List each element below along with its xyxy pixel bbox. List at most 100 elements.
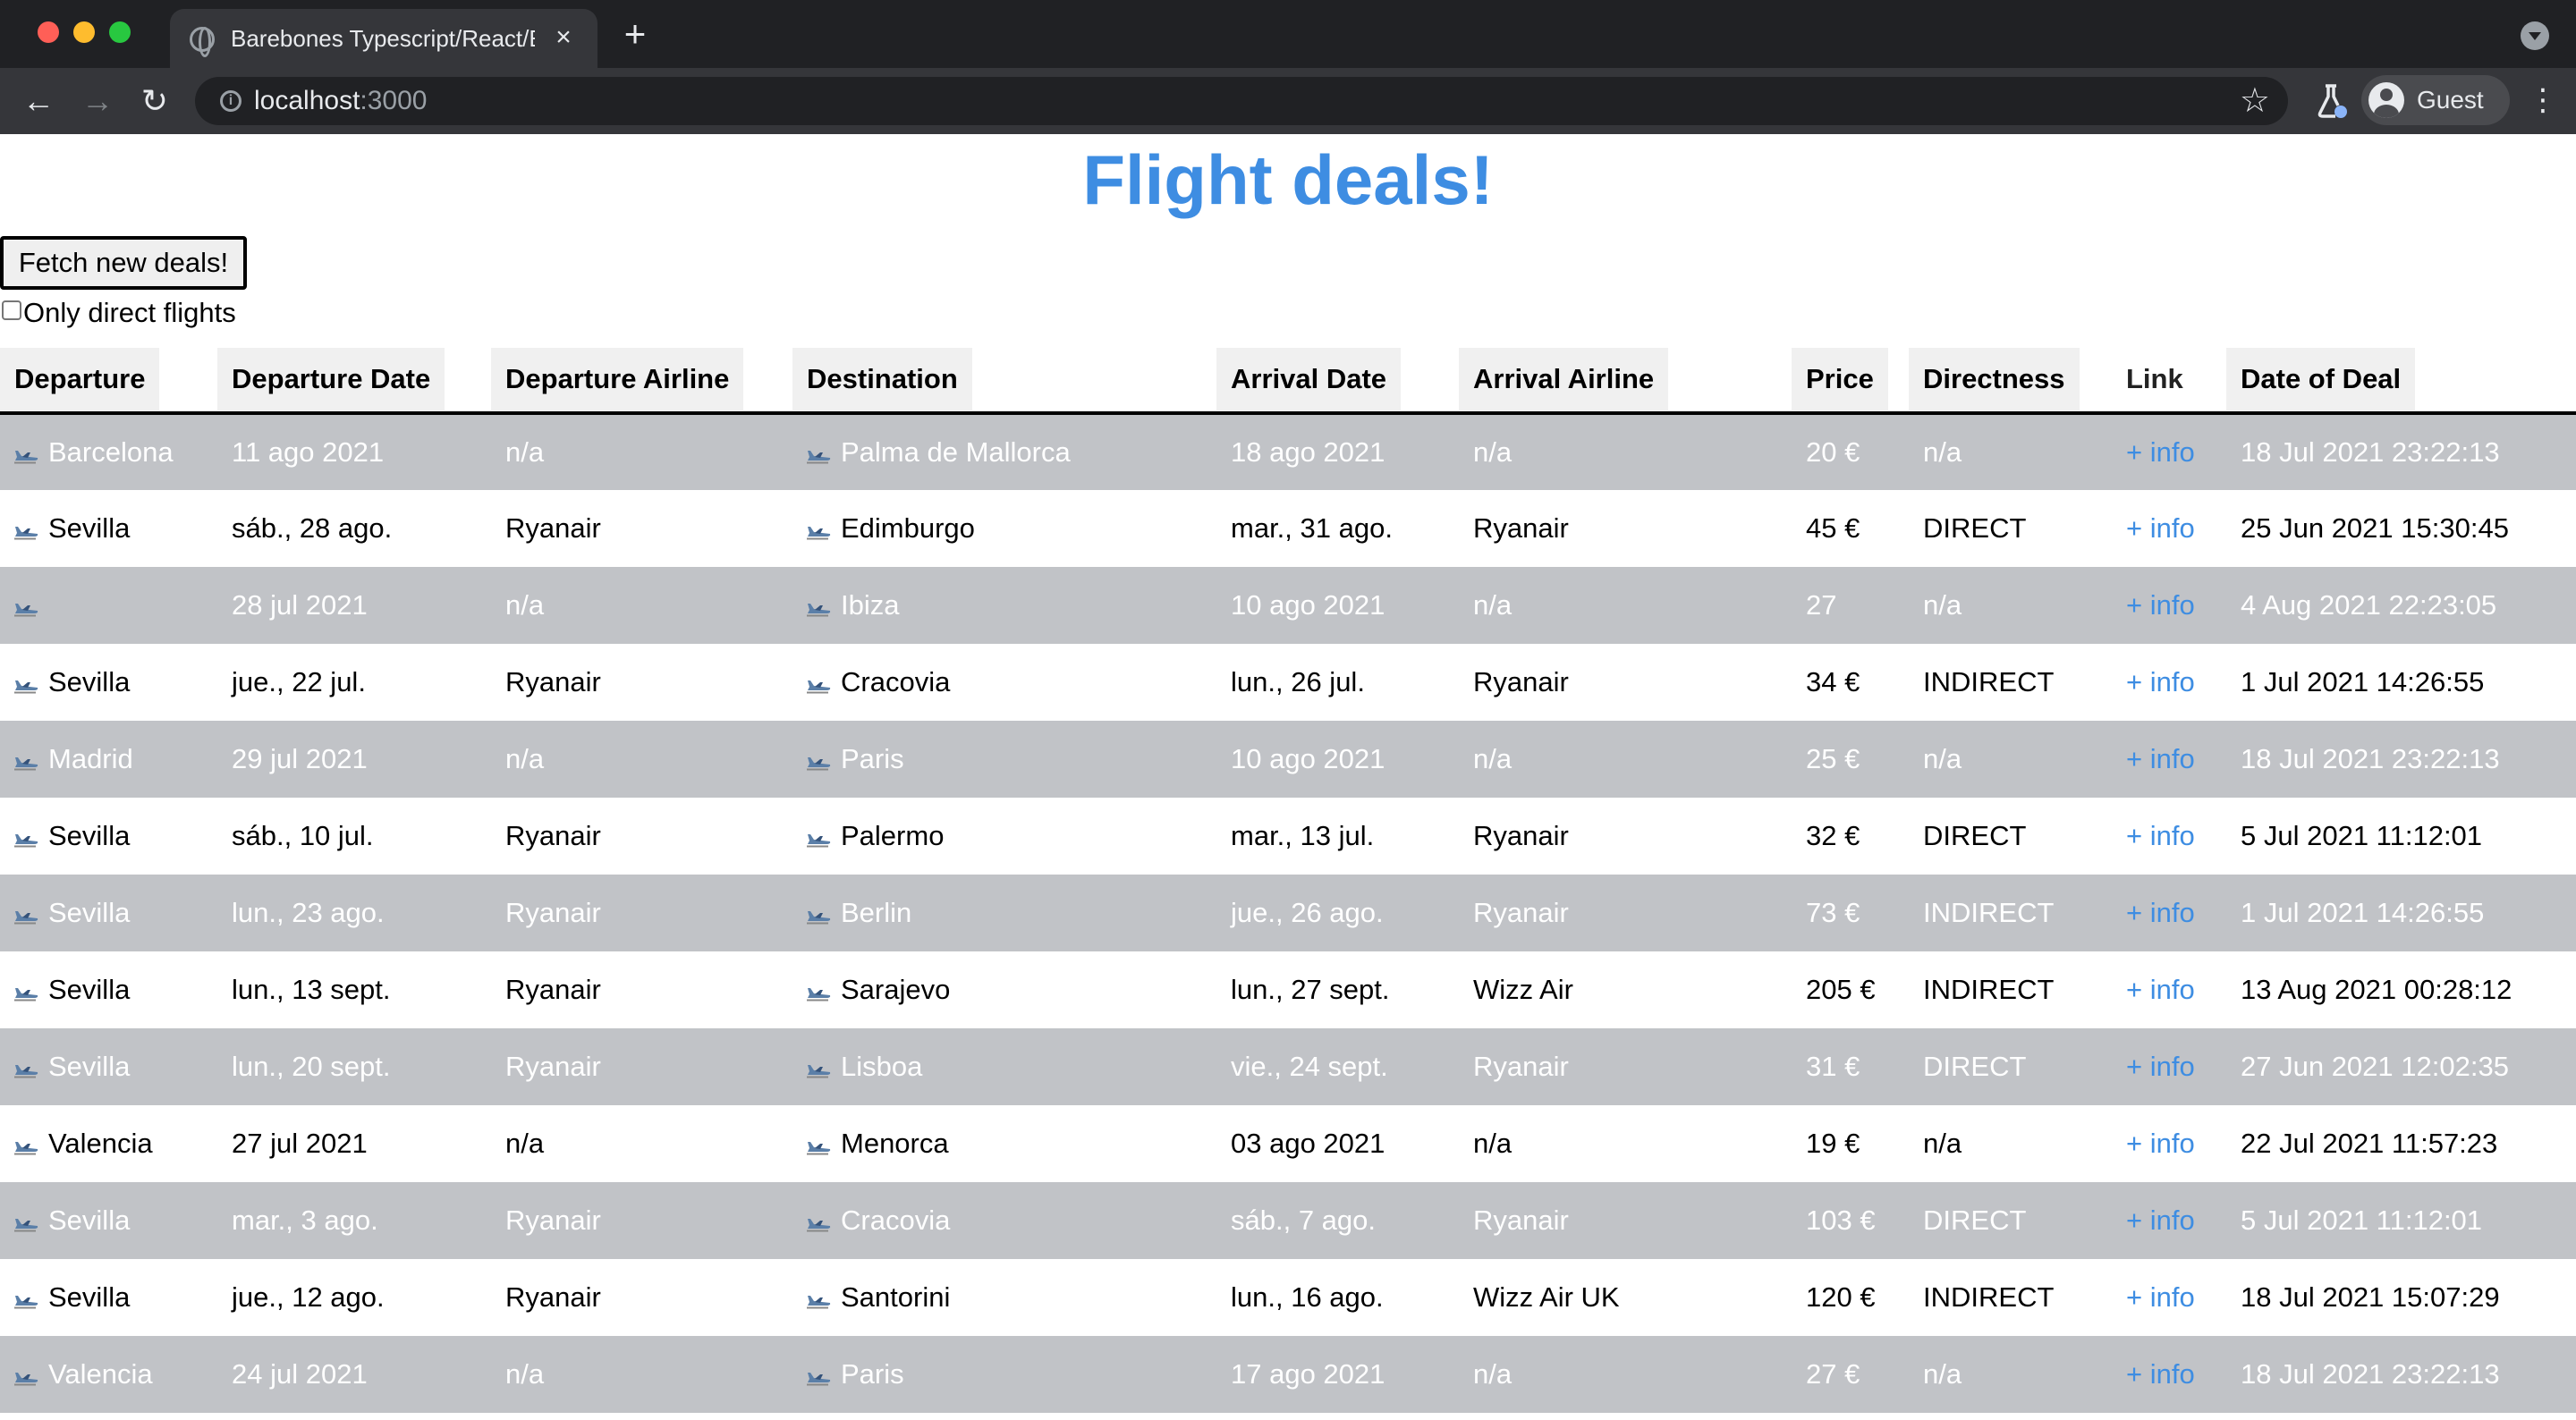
info-link[interactable]: + info [2126,1281,2195,1313]
labs-flask-icon[interactable] [2313,82,2349,120]
departure-city: Sevilla [48,897,131,928]
airplane-icon [807,820,841,851]
cell-link[interactable]: + info [2112,798,2226,875]
cell-departure-airline: n/a [491,1336,792,1413]
info-link[interactable]: + info [2126,1051,2195,1082]
window-close-button[interactable] [38,21,59,43]
cell-link[interactable]: + info [2112,875,2226,951]
cell-link[interactable]: + info [2112,1182,2226,1259]
info-link[interactable]: + info [2126,1128,2195,1159]
cell-departure-airline: Ryanair [491,1259,792,1336]
cell-date-of-deal: 5 Jul 2021 11:12:01 [2226,798,2576,875]
tab-search-icon[interactable] [2521,21,2549,50]
header-link-label: Link [2126,363,2183,394]
cell-link[interactable]: + info [2112,413,2226,490]
cell-directness: DIRECT [1909,1182,2112,1259]
cell-arrival-airline: Ryanair [1459,1182,1792,1259]
cell-link[interactable]: + info [2112,1259,2226,1336]
cell-directness: n/a [1909,721,2112,798]
cell-link[interactable]: + info [2112,1105,2226,1182]
destination-city: Paris [841,1358,904,1390]
window-minimize-button[interactable] [73,21,95,43]
airplane-icon [807,1281,841,1313]
address-bar[interactable]: i localhost:3000 ☆ [195,77,2288,125]
reload-icon[interactable]: ↻ [134,80,175,122]
cell-destination: Ibiza [792,567,1216,644]
destination-city: Palermo [841,820,945,851]
table-row: Sevilla lun., 20 sept. Ryanair Lisboa vie., … [0,1028,2576,1105]
cell-arrival-date: 10 ago 2021 [1216,567,1459,644]
airplane-icon [807,512,841,544]
tab-title: Barebones Typescript/React/Express [231,25,535,52]
cell-arrival-airline: n/a [1459,1105,1792,1182]
cell-link[interactable]: + info [2112,721,2226,798]
cell-departure-date: 29 jul 2021 [217,721,491,798]
star-icon[interactable]: ☆ [2240,82,2270,120]
window-zoom-button[interactable] [109,21,131,43]
cell-date-of-deal: 18 Jul 2021 15:07:29 [2226,1259,2576,1336]
info-link[interactable]: + info [2126,1358,2195,1390]
cell-departure-airline: Ryanair [491,490,792,567]
cell-date-of-deal: 5 Jul 2021 11:12:01 [2226,1182,2576,1259]
cell-price: 103 € [1792,1182,1909,1259]
table-row: Sevilla lun., 13 sept. Ryanair Sarajevo lun.… [0,951,2576,1028]
table-row: Valencia 27 jul 2021 n/a Menorca 03 ago 2021… [0,1105,2576,1182]
destination-city: Paris [841,743,904,774]
kebab-menu-icon[interactable]: ⋮ [2528,84,2558,116]
info-link[interactable]: + info [2126,589,2195,621]
cell-departure: Sevilla [0,951,217,1028]
cell-link[interactable]: + info [2112,951,2226,1028]
cell-link[interactable]: + info [2112,644,2226,721]
direct-flights-label[interactable]: Only direct flights [23,295,236,331]
cell-link[interactable]: + info [2112,490,2226,567]
fetch-deals-button[interactable]: Fetch new deals! [0,236,247,290]
cell-price: 120 € [1792,1259,1909,1336]
destination-city: Santorini [841,1281,951,1313]
back-arrow-icon[interactable]: ← [18,80,59,122]
header-link: Link [2112,347,2226,415]
info-link[interactable]: + info [2126,1204,2195,1236]
browser-tab[interactable]: Barebones Typescript/React/Express × [170,9,597,68]
url-text[interactable]: localhost:3000 [254,86,427,116]
cell-link[interactable]: + info [2112,1336,2226,1413]
departure-city: Sevilla [48,666,131,697]
cell-departure-airline: Ryanair [491,1182,792,1259]
cell-price: 20 € [1792,413,1909,490]
info-link[interactable]: + info [2126,743,2195,774]
info-link[interactable]: + info [2126,897,2195,928]
header-destination-label: Destination [792,348,972,410]
cell-departure-date: sáb., 10 jul. [217,798,491,875]
info-link[interactable]: + info [2126,512,2195,544]
tab-close-icon[interactable]: × [549,23,578,52]
table-row: Sevilla mar., 3 ago. Ryanair Cracovia sáb., … [0,1182,2576,1259]
cell-departure: Sevilla [0,1028,217,1105]
departure-city: Sevilla [48,1204,131,1236]
header-departure-date-label: Departure Date [217,348,445,410]
cell-destination: Menorca [792,1105,1216,1182]
profile-button[interactable]: Guest [2361,75,2510,125]
direct-flights-checkbox[interactable] [2,300,21,320]
info-link[interactable]: + info [2126,666,2195,697]
departure-city: Valencia [48,1128,153,1159]
browser-tab-strip: Barebones Typescript/React/Express × + [0,0,2576,68]
cell-destination: Edimburgo [792,490,1216,567]
cell-departure: Valencia [0,1336,217,1413]
cell-arrival-airline: Ryanair [1459,798,1792,875]
cell-destination: Sarajevo [792,951,1216,1028]
destination-city: Menorca [841,1128,949,1159]
info-link[interactable]: + info [2126,436,2195,468]
departure-city: Barcelona [48,436,174,468]
info-icon[interactable]: i [220,90,242,112]
departure-city: Sevilla [48,512,131,544]
cell-arrival-date: mar., 13 jul. [1216,798,1459,875]
cell-link[interactable]: + info [2112,1028,2226,1105]
forward-arrow-icon[interactable]: → [77,80,118,122]
new-tab-button[interactable]: + [617,15,653,53]
cell-destination: Paris [792,721,1216,798]
cell-link[interactable]: + info [2112,567,2226,644]
airplane-icon [14,974,48,1005]
airplane-icon [14,1128,48,1159]
info-link[interactable]: + info [2126,974,2195,1005]
info-link[interactable]: + info [2126,820,2195,851]
cell-directness: n/a [1909,567,2112,644]
